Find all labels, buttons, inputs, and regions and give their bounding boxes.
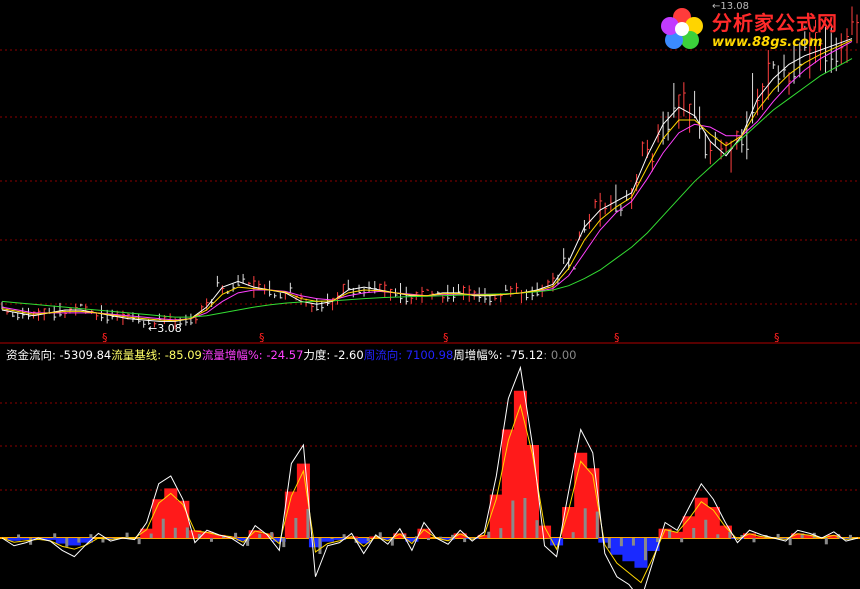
flower-logo-icon	[661, 8, 703, 49]
force-bar	[65, 538, 69, 547]
force-bar	[824, 538, 828, 545]
logo-title: 分析家公式网	[712, 11, 838, 35]
force-bar	[499, 528, 503, 538]
flow-positive-bar	[706, 507, 720, 538]
force-bar	[848, 534, 852, 538]
force-bar	[535, 520, 539, 538]
force-bar	[330, 538, 334, 540]
legend-value: -85.09	[161, 348, 202, 362]
force-bar	[631, 538, 635, 546]
dividend-marker-icon: §	[259, 331, 265, 344]
force-bar	[149, 533, 153, 538]
force-bar	[571, 532, 575, 538]
legend-value: -24.57	[262, 348, 304, 362]
force-bar	[125, 532, 129, 538]
legend-label: 力度:	[303, 348, 331, 362]
site-logo: 分析家公式网 www.88gs.com	[656, 3, 856, 53]
force-bar	[318, 538, 322, 554]
ma-line-mid	[1, 39, 853, 322]
force-bar	[234, 532, 238, 538]
legend-item: 力度: -2.60	[303, 348, 363, 362]
force-bar	[185, 527, 189, 538]
legend-item: 周增幅%: -75.12	[453, 348, 543, 362]
force-bar	[776, 533, 780, 538]
legend-value: -75.12	[502, 348, 544, 362]
legend-item: 资金流向: -5309.84	[6, 348, 111, 362]
legend-value: -2.60	[330, 348, 364, 362]
legend-label: 流量增幅%:	[201, 348, 263, 362]
legend-label: 周增幅%:	[453, 348, 503, 362]
ma-line-2	[1, 58, 853, 318]
force-bar	[643, 538, 647, 561]
force-bar	[137, 538, 141, 545]
legend-value: -5309.84	[55, 348, 112, 362]
stock-chart[interactable]: ←13.08§ § § § §	[0, 0, 860, 589]
force-bar	[692, 527, 696, 538]
flow-baseline-line	[1, 403, 859, 584]
force-bar	[680, 538, 684, 543]
force-bar	[439, 536, 443, 538]
dividend-marker-icon: §	[443, 331, 449, 344]
legend-value: 7100.98	[402, 348, 454, 362]
force-bar	[306, 508, 310, 538]
force-bar	[656, 538, 660, 543]
force-bar	[607, 538, 611, 549]
force-bar	[366, 538, 370, 541]
force-bar	[294, 517, 298, 538]
logo-url: www.88gs.com	[712, 35, 823, 50]
force-bar	[487, 531, 491, 538]
indicator-legend: 资金流向: -5309.84流量基线: -85.09流量增幅%: -24.57力…	[6, 347, 576, 363]
legend-item: 流量增幅%: -24.57	[202, 348, 304, 362]
legend-item: 流量基线: -85.09	[111, 348, 202, 362]
legend-label: 流量基线:	[111, 348, 162, 362]
low-price-marker: ←3.08	[148, 322, 182, 335]
force-bar	[161, 518, 165, 538]
force-bar	[716, 534, 720, 538]
fund-flow-line	[1, 365, 859, 589]
legend-label: 资金流向:	[6, 348, 56, 362]
force-bar	[209, 538, 213, 542]
force-bar	[342, 534, 346, 538]
force-bar	[89, 534, 93, 538]
force-bar	[595, 511, 599, 538]
legend-value: 0.00	[547, 348, 577, 362]
dividend-marker-icon: §	[774, 331, 780, 344]
force-bar	[426, 538, 430, 541]
legend-item: : 0.00	[543, 348, 576, 362]
legend-item: 周流向: 7100.98	[364, 348, 454, 362]
ma-line-0	[1, 38, 853, 322]
force-bar	[17, 534, 21, 538]
force-bar	[53, 533, 57, 538]
force-bar	[258, 534, 262, 538]
legend-label: 周流向:	[363, 348, 403, 362]
force-bar	[619, 538, 623, 547]
force-bar	[173, 527, 177, 538]
force-bar	[282, 538, 286, 548]
force-bar	[77, 538, 81, 543]
force-bar	[463, 538, 467, 543]
force-bar	[523, 498, 527, 538]
force-bar	[511, 500, 515, 538]
dividend-marker-icon: §	[102, 331, 108, 344]
force-bar	[788, 538, 792, 546]
force-bar	[583, 508, 587, 538]
force-bar	[752, 538, 756, 543]
force-bar	[704, 519, 708, 538]
dividend-marker-icon: §	[614, 331, 620, 344]
